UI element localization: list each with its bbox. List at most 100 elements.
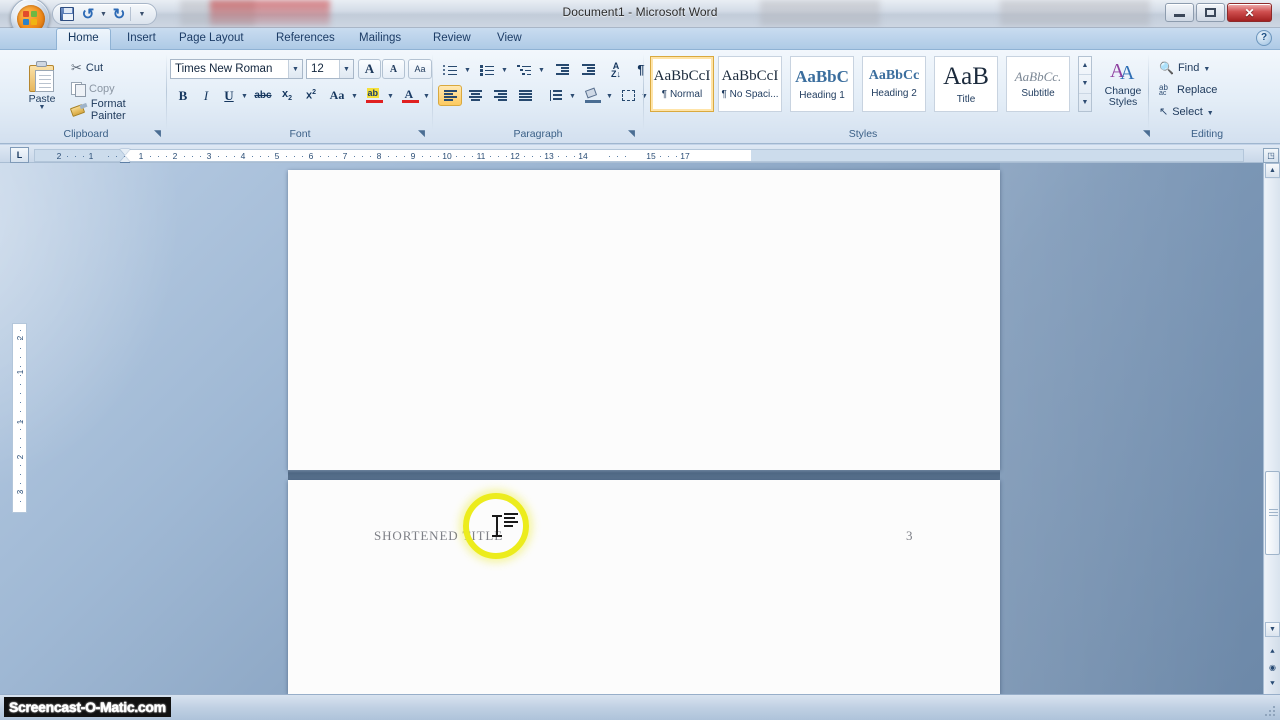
align-left-button[interactable] <box>438 85 462 106</box>
ruler-tick <box>226 156 227 157</box>
ruler-tick <box>506 156 507 157</box>
styles-dialog-launcher[interactable]: ◥ <box>1141 128 1152 139</box>
tab-stop-selector[interactable]: L <box>10 147 29 163</box>
styles-scroll-down-button[interactable]: ▼ <box>1079 75 1091 93</box>
maximize-button[interactable] <box>1196 3 1225 22</box>
change-case-chevron-down-icon[interactable]: ▼ <box>351 93 358 100</box>
italic-button[interactable]: I <box>195 85 217 106</box>
document-workspace[interactable]: SHORTENED TITLE 3 2 1 1 2 3 <box>0 163 1280 694</box>
minimize-button[interactable] <box>1165 3 1194 22</box>
line-spacing-button[interactable] <box>542 85 568 106</box>
tab-page-layout[interactable]: Page Layout <box>168 28 255 50</box>
align-right-button[interactable] <box>488 85 512 106</box>
style-title[interactable]: AaB Title <box>934 56 998 112</box>
select-chevron-down-icon[interactable]: ▼ <box>1207 110 1214 117</box>
scroll-down-button[interactable]: ▼ <box>1265 622 1280 637</box>
tab-insert[interactable]: Insert <box>116 28 167 50</box>
superscript-button[interactable]: x2 <box>300 85 322 106</box>
style-subtitle[interactable]: AaBbCc. Subtitle <box>1006 56 1070 112</box>
help-icon[interactable]: ? <box>1256 30 1272 46</box>
cut-button[interactable]: ✂ Cut <box>68 59 106 76</box>
select-browse-object-button[interactable]: ◉ <box>1266 661 1279 674</box>
next-page-button[interactable]: ⯆ <box>1266 677 1279 690</box>
close-button[interactable]: ✕ <box>1227 3 1272 22</box>
strikethrough-button[interactable]: abc <box>252 85 274 106</box>
document-page-previous[interactable] <box>288 170 1000 470</box>
ruler-tick <box>422 156 423 157</box>
horizontal-ruler[interactable]: 2112345678910111213141517 <box>34 149 1244 162</box>
shrink-font-button[interactable]: A <box>382 59 405 79</box>
tab-mailings[interactable]: Mailings <box>348 28 412 50</box>
document-page-current[interactable]: SHORTENED TITLE 3 <box>288 480 1000 694</box>
font-size-chevron-down-icon[interactable]: ▼ <box>339 60 353 78</box>
select-button[interactable]: ↖ Select ▼ <box>1156 103 1217 120</box>
scroll-up-button[interactable]: ▲ <box>1265 163 1280 178</box>
save-button[interactable] <box>57 5 77 23</box>
clear-formatting-button[interactable]: Aa <box>408 59 432 79</box>
font-color-chevron-down-icon[interactable]: ▼ <box>423 93 430 100</box>
find-button[interactable]: 🔍 Find ▼ <box>1156 59 1213 76</box>
paste-chevron-down-icon[interactable]: ▼ <box>39 105 46 111</box>
numbering-chevron-down-icon[interactable]: ▼ <box>501 67 508 74</box>
shading-chevron-down-icon[interactable]: ▼ <box>606 93 613 100</box>
find-chevron-down-icon[interactable]: ▼ <box>1203 66 1210 73</box>
text-highlight-button[interactable]: ab <box>362 85 386 106</box>
font-name-input[interactable]: Times New Roman ▼ <box>170 59 303 79</box>
tab-home[interactable]: Home <box>56 28 111 50</box>
change-styles-button[interactable]: AA Change Styles <box>1096 59 1150 110</box>
styles-scroll-up-button[interactable]: ▲ <box>1079 57 1091 75</box>
underline-button[interactable]: U <box>218 85 240 106</box>
borders-button[interactable] <box>616 85 640 106</box>
tab-review[interactable]: Review <box>422 28 482 50</box>
increase-indent-button[interactable] <box>576 59 600 80</box>
paragraph-dialog-launcher[interactable]: ◥ <box>626 128 637 139</box>
first-line-indent-marker[interactable] <box>120 149 130 155</box>
bullets-chevron-down-icon[interactable]: ▼ <box>464 67 471 74</box>
paste-button[interactable]: Paste ▼ <box>18 59 66 113</box>
copy-button[interactable]: Copy <box>68 80 118 97</box>
undo-button[interactable]: ↺ <box>78 5 98 23</box>
select-browse-object-corner[interactable]: ◳ <box>1263 148 1279 163</box>
grow-font-button[interactable]: A <box>358 59 381 79</box>
replace-button[interactable]: abac Replace <box>1156 81 1220 98</box>
shading-button[interactable] <box>581 85 605 106</box>
multilevel-list-button[interactable] <box>512 59 536 80</box>
subscript-button[interactable]: x2 <box>276 85 298 106</box>
vertical-scrollbar[interactable]: ▲ ▼ ⯅ ◉ ⯆ <box>1263 163 1280 694</box>
vertical-ruler[interactable]: 2 1 1 2 3 <box>12 323 27 513</box>
justify-button[interactable] <box>513 85 537 106</box>
style-heading-2[interactable]: AaBbCc Heading 2 <box>862 56 926 112</box>
styles-more-button[interactable]: ▼ <box>1079 94 1091 111</box>
redo-button[interactable]: ↻ <box>109 5 129 23</box>
font-dialog-launcher[interactable]: ◥ <box>416 128 427 139</box>
scrollbar-track[interactable] <box>1265 179 1280 628</box>
customize-qat-button[interactable]: ▼ <box>132 5 152 23</box>
style-no-spacing[interactable]: AaBbCcI ¶ No Spaci... <box>718 56 782 112</box>
numbering-button[interactable] <box>475 59 499 80</box>
decrease-indent-button[interactable] <box>550 59 574 80</box>
highlight-chevron-down-icon[interactable]: ▼ <box>387 93 394 100</box>
style-heading-1[interactable]: AaBbC Heading 1 <box>790 56 854 112</box>
underline-chevron-down-icon[interactable]: ▼ <box>241 93 248 100</box>
resize-grip[interactable] <box>1265 706 1277 718</box>
previous-page-button[interactable]: ⯅ <box>1266 645 1279 658</box>
bold-button[interactable]: B <box>172 85 194 106</box>
font-size-input[interactable]: 12 ▼ <box>306 59 354 79</box>
bullets-button[interactable] <box>438 59 462 80</box>
font-color-button[interactable]: A <box>398 85 422 106</box>
format-painter-button[interactable]: Format Painter <box>68 101 166 118</box>
ruler-tick <box>268 156 269 157</box>
line-spacing-icon <box>549 90 562 101</box>
clipboard-dialog-launcher[interactable]: ◥ <box>152 128 163 139</box>
tab-references[interactable]: References <box>265 28 346 50</box>
line-spacing-chevron-down-icon[interactable]: ▼ <box>569 93 576 100</box>
change-case-button[interactable]: Aa <box>324 85 350 106</box>
font-name-chevron-down-icon[interactable]: ▼ <box>288 60 302 78</box>
scrollbar-thumb[interactable] <box>1265 471 1280 555</box>
multilevel-chevron-down-icon[interactable]: ▼ <box>538 67 545 74</box>
undo-dropdown-icon[interactable]: ▼ <box>99 11 108 18</box>
align-center-button[interactable] <box>463 85 487 106</box>
tab-view[interactable]: View <box>486 28 533 50</box>
style-normal[interactable]: AaBbCcI ¶ Normal <box>650 56 714 112</box>
sort-button[interactable]: AZ↓ <box>604 59 628 80</box>
